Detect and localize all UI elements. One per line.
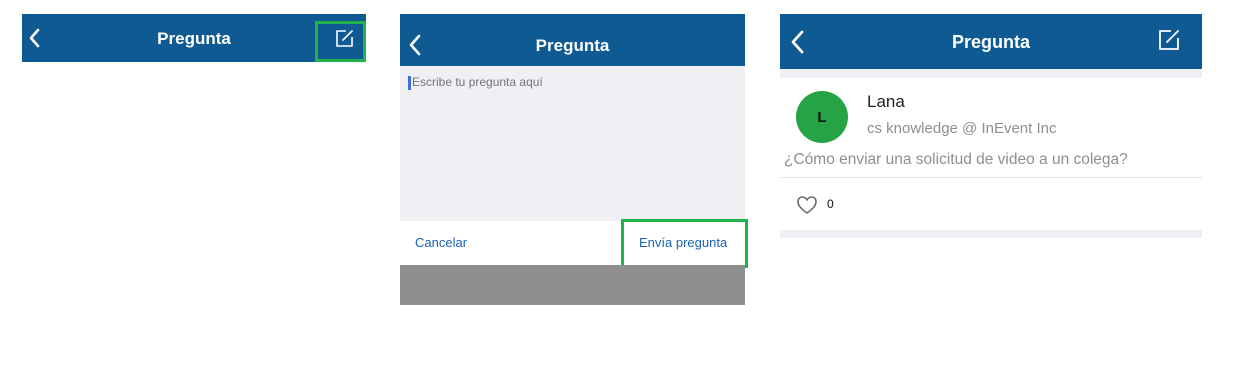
avatar: L bbox=[796, 91, 848, 143]
question-input[interactable] bbox=[412, 75, 712, 89]
page-title: Pregunta bbox=[951, 32, 1030, 52]
author-name: Lana bbox=[867, 92, 905, 111]
page-title: Pregunta bbox=[535, 36, 610, 55]
screenshot-composite: Pregunta Pregunta Cancelar Envía pregunt… bbox=[0, 0, 1242, 371]
compose-icon[interactable] bbox=[335, 29, 354, 48]
text-caret bbox=[408, 76, 411, 90]
compose-icon[interactable] bbox=[1158, 29, 1180, 51]
question-card[interactable]: L Lana cs knowledge @ InEvent Inc ¿Cómo … bbox=[780, 78, 1202, 230]
question-compose-area[interactable] bbox=[400, 66, 745, 221]
heart-icon[interactable] bbox=[796, 195, 818, 215]
navbar-panel-2: Pregunta bbox=[400, 14, 745, 66]
cancel-button[interactable]: Cancelar bbox=[415, 235, 467, 250]
compose-action-bar: Cancelar Envía pregunta bbox=[400, 221, 745, 265]
divider bbox=[780, 177, 1202, 178]
section-separator bbox=[780, 69, 1202, 78]
author-subtitle: cs knowledge @ InEvent Inc bbox=[867, 120, 1057, 137]
navbar-panel-3: Pregunta bbox=[780, 14, 1202, 69]
navbar-panel-1: Pregunta bbox=[22, 14, 366, 62]
page-title: Pregunta bbox=[157, 29, 231, 48]
keyboard-area bbox=[400, 265, 745, 305]
like-count: 0 bbox=[827, 197, 834, 211]
section-separator bbox=[780, 230, 1202, 238]
send-question-button[interactable]: Envía pregunta bbox=[639, 235, 727, 250]
question-text: ¿Cómo enviar una solicitud de video a un… bbox=[784, 151, 1128, 168]
